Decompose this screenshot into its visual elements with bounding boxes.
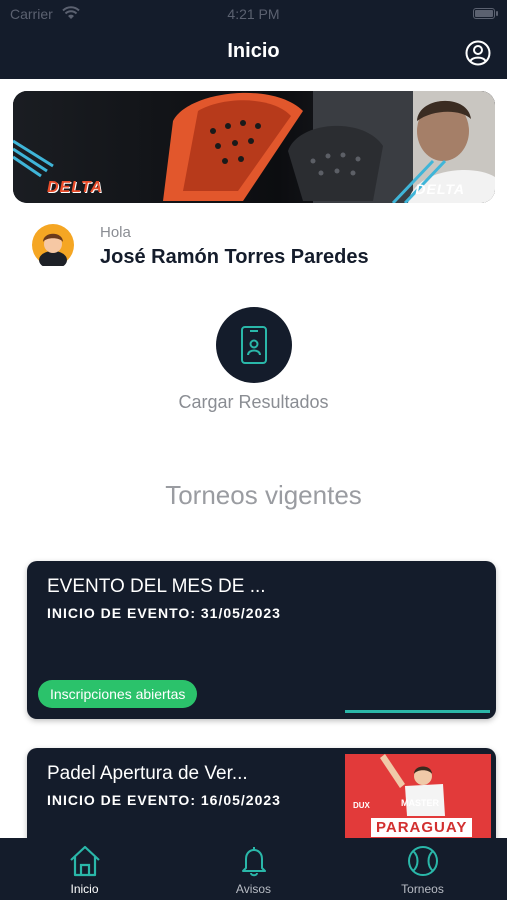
tab-label: Inicio xyxy=(70,882,99,896)
battery-tip xyxy=(496,11,498,16)
greeting-hello: Hola xyxy=(100,224,131,241)
upload-results-button[interactable] xyxy=(216,307,292,383)
tab-torneos[interactable]: Torneos xyxy=(338,838,507,900)
tournament-date: INICIO DE EVENTO: 31/05/2023 xyxy=(47,605,281,621)
tab-bar: Inicio Avisos Torneos xyxy=(0,838,507,900)
svg-text:DUX: DUX xyxy=(353,801,371,810)
tab-label: Avisos xyxy=(235,882,272,896)
top-bar: Carrier 4:21 PM Inicio xyxy=(0,0,507,79)
tab-inicio[interactable]: Inicio xyxy=(0,838,169,900)
phone-id-icon xyxy=(241,326,267,364)
battery-icon xyxy=(473,8,495,19)
image-label: PARAGUAY xyxy=(371,818,473,837)
tournament-title: Padel Apertura de Ver... xyxy=(47,763,248,784)
status-time: 4:21 PM xyxy=(227,6,280,22)
banner-brand-left: DELTA xyxy=(47,179,103,196)
user-name: José Ramón Torres Paredes xyxy=(100,246,369,268)
tournament-card[interactable]: Padel Apertura de Ver... INICIO DE EVENT… xyxy=(27,748,496,848)
tournament-image: DUX MASTER PARAGUAY xyxy=(345,754,491,848)
home-icon xyxy=(67,844,103,878)
status-badge: Inscripciones abiertas xyxy=(38,680,198,708)
tournament-title: EVENTO DEL MES DE ... xyxy=(47,576,266,597)
progress-bar xyxy=(345,710,490,713)
section-title: Torneos vigentes xyxy=(165,480,362,510)
tab-avisos[interactable]: Avisos xyxy=(169,838,338,900)
promo-banner[interactable]: DELTA DELTA xyxy=(13,91,495,203)
tournament-date: INICIO DE EVENTO: 16/05/2023 xyxy=(47,792,281,808)
tennis-ball-icon xyxy=(405,844,441,878)
banner-brand-right: DELTA xyxy=(415,181,465,197)
progress-fill xyxy=(345,710,490,713)
bell-icon xyxy=(236,844,272,878)
tournament-card[interactable]: EVENTO DEL MES DE ... INICIO DE EVENTO: … xyxy=(27,561,496,719)
status-bar: Carrier 4:21 PM xyxy=(0,4,507,24)
tab-label: Torneos xyxy=(401,882,444,896)
upload-results-label[interactable]: Cargar Resultados xyxy=(0,392,507,413)
page-title: Inicio xyxy=(227,40,280,62)
image-sublabel: MASTER xyxy=(401,798,439,808)
profile-icon[interactable] xyxy=(465,40,491,66)
avatar[interactable] xyxy=(32,224,74,269)
